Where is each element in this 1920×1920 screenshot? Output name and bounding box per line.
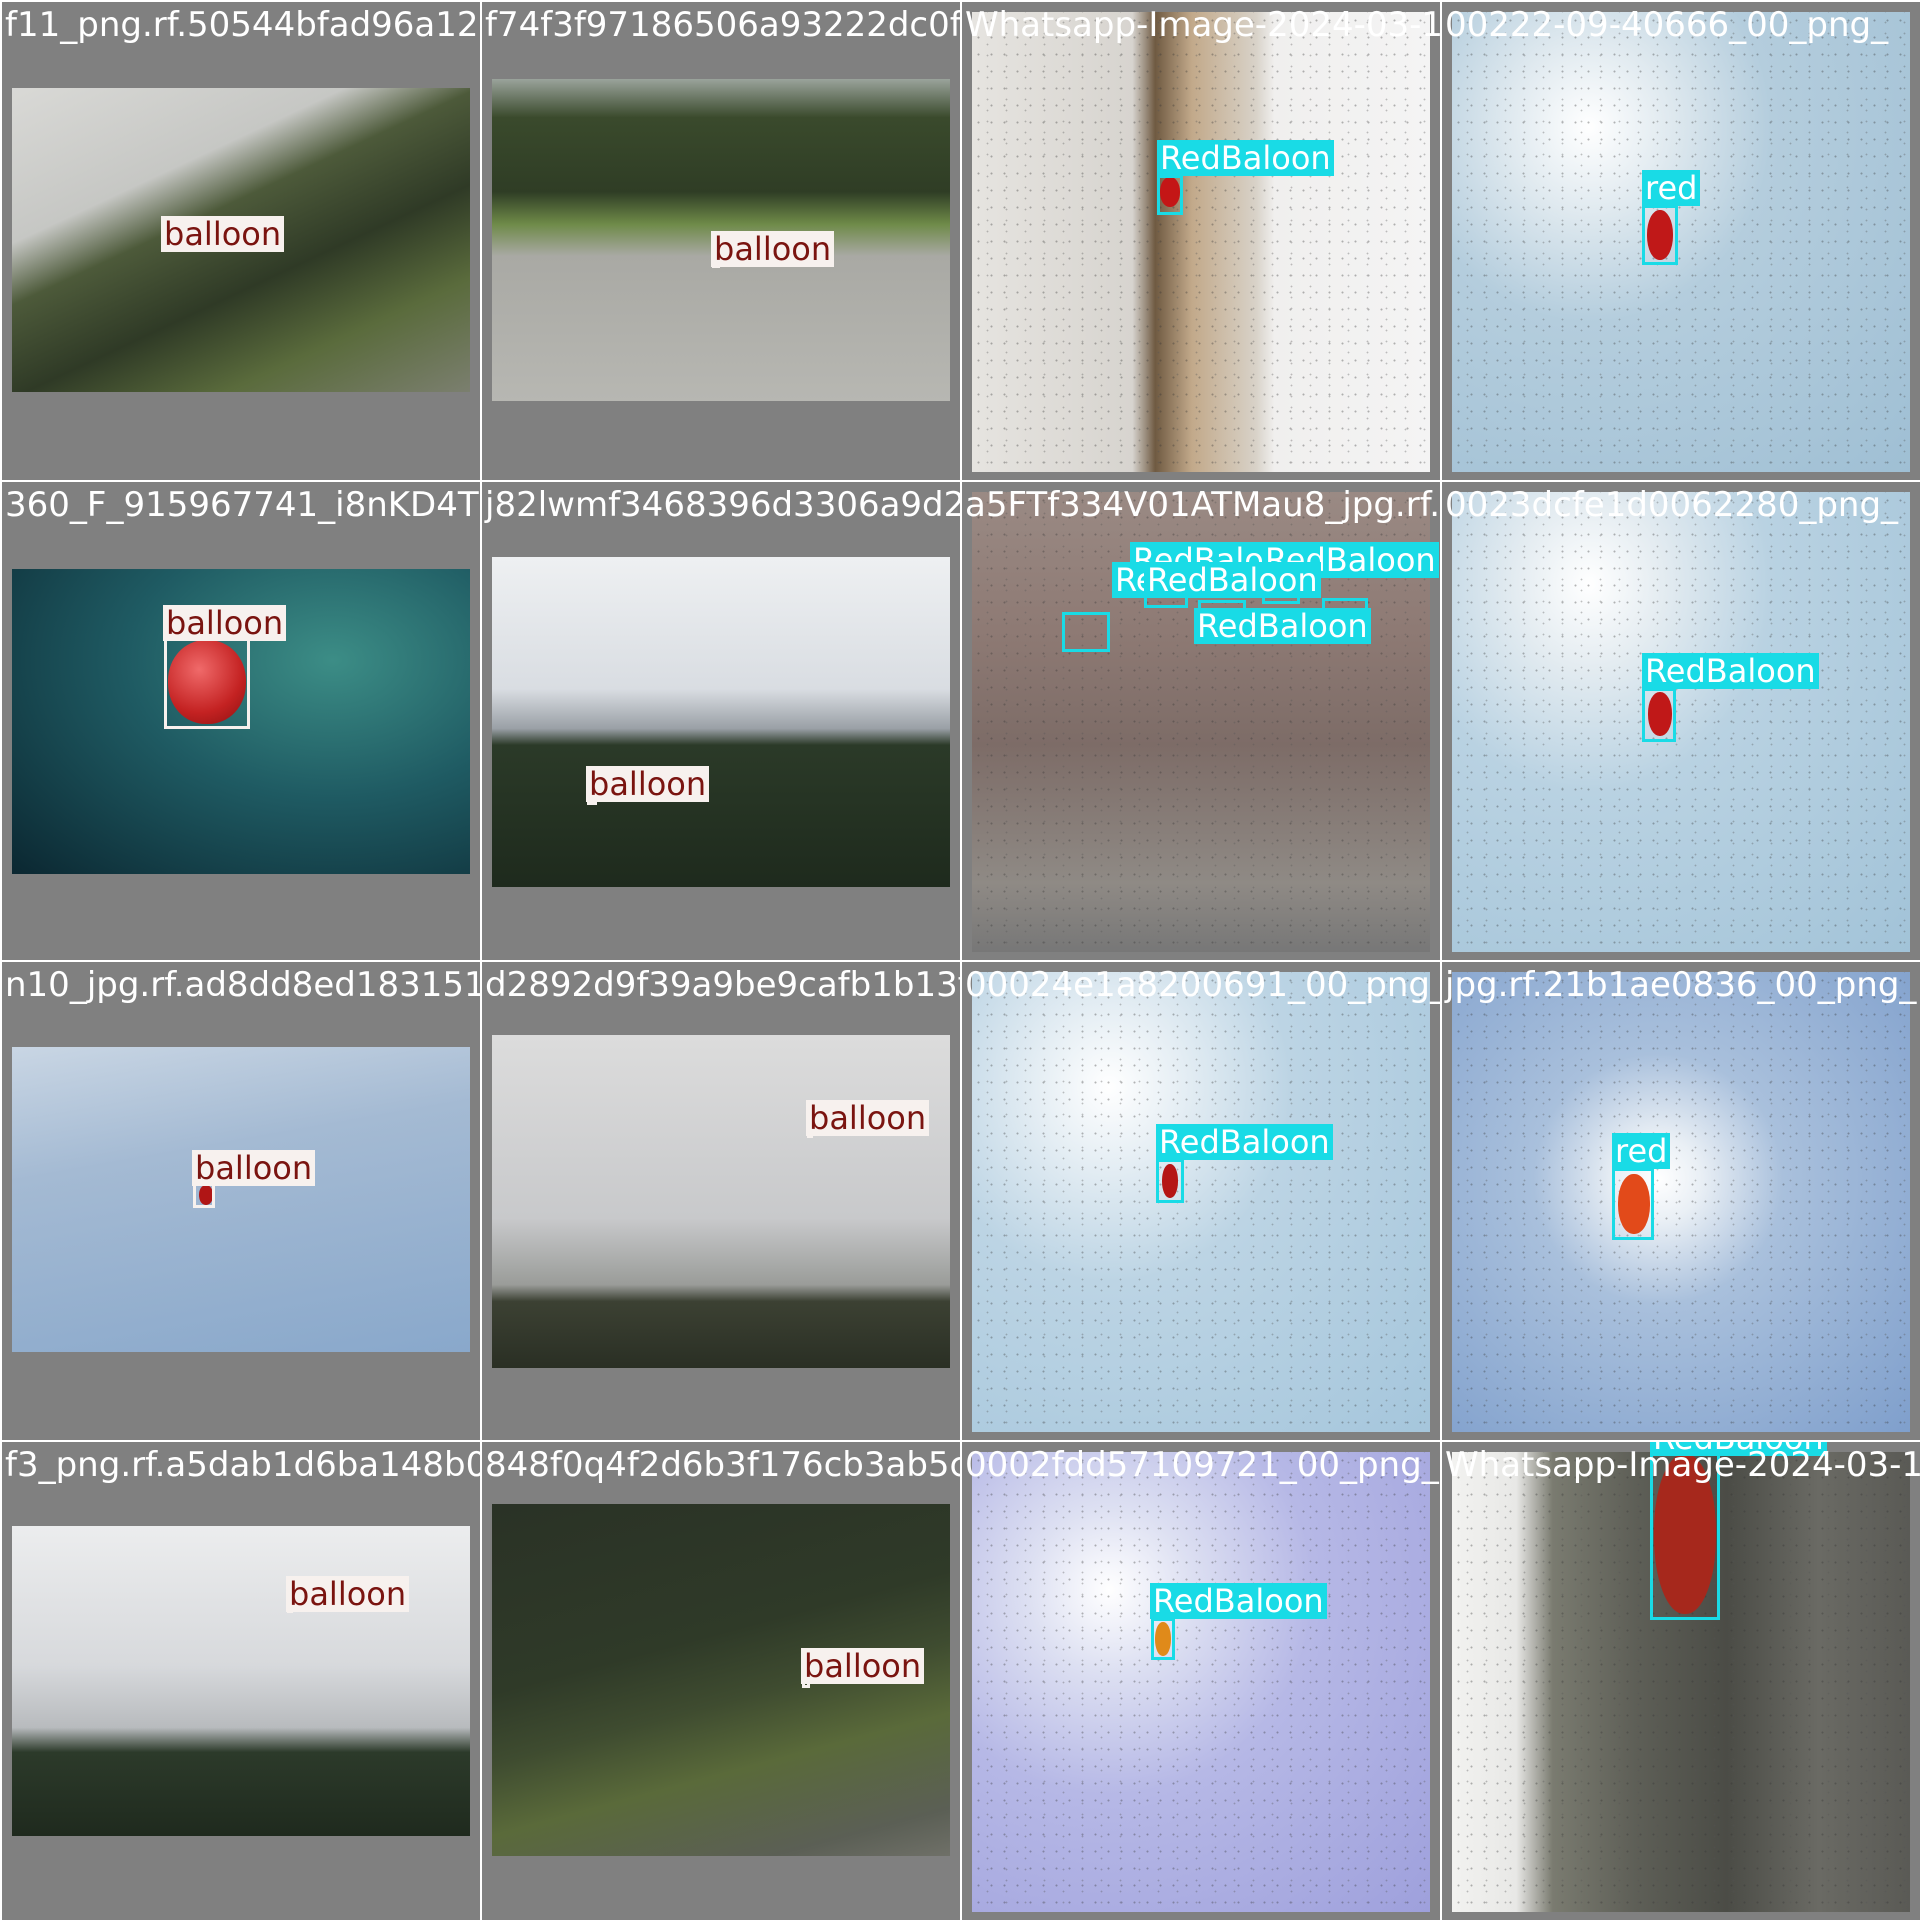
tile-photo bbox=[1452, 972, 1910, 1432]
detection-box bbox=[1612, 1168, 1654, 1240]
tile-photo bbox=[12, 1047, 470, 1352]
image-tile[interactable]: balloon n10_jpg.rf.ad8dd8ed183151d bbox=[0, 960, 480, 1440]
detection-box bbox=[1650, 1452, 1720, 1620]
tile-filename: 848f0q4f2d6b3f176cb3ab5c0e bbox=[485, 1445, 960, 1485]
tile-photo bbox=[972, 1452, 1430, 1912]
tile-filename: n10_jpg.rf.ad8dd8ed183151d bbox=[5, 965, 480, 1005]
tile-photo bbox=[972, 12, 1430, 472]
noise-overlay bbox=[1452, 492, 1910, 952]
detection-label: balloon bbox=[192, 1150, 316, 1186]
tile-filename: f11_png.rf.50544bfad96a120f7 48f3f971865… bbox=[5, 5, 480, 45]
detection-label: RedBaloon bbox=[1150, 1583, 1327, 1619]
tile-photo bbox=[972, 972, 1430, 1432]
noise-overlay bbox=[972, 12, 1430, 472]
tile-photo bbox=[1452, 12, 1910, 472]
image-tile[interactable]: balloon d2892d9f39a9be9cafb1b13f6 bbox=[480, 960, 960, 1440]
tile-photo bbox=[1452, 492, 1910, 952]
image-tile[interactable]: RedBaloon Whatsapp-Image-2024-03-10 bbox=[960, 0, 1440, 480]
image-tile[interactable]: RedBaloon 0023dcfe1d0062280_png_ bbox=[1440, 480, 1920, 960]
image-tile[interactable]: balloon f3_png.rf.a5dab1d6ba148b081 bbox=[0, 1440, 480, 1920]
detection-label: balloon bbox=[286, 1576, 410, 1612]
image-tile[interactable]: RedBaloonWhatsapp-Image-2024-03-1 bbox=[1440, 1440, 1920, 1920]
detection-label: RedBaloon bbox=[1642, 653, 1819, 689]
image-tile[interactable]: red jpg.rf.21b1ae0836_00_png_ bbox=[1440, 960, 1920, 1440]
image-tile[interactable]: balloon 848f0q4f2d6b3f176cb3ab5c0e bbox=[480, 1440, 960, 1920]
image-tile[interactable]: RedBaloon 00024e1a8200691_00_png_ bbox=[960, 960, 1440, 1440]
detection-box bbox=[164, 637, 250, 729]
detection-box bbox=[1642, 688, 1676, 742]
detection-label: balloon bbox=[161, 216, 285, 252]
noise-overlay bbox=[1452, 972, 1910, 1432]
image-tile[interactable]: RedBaloonRedBaloonRedBaloonRedBaloonRedB… bbox=[960, 480, 1440, 960]
detection-box bbox=[1151, 1618, 1175, 1660]
image-tile[interactable]: balloon f74f3f97186506a93222dc0ff97aba6fa… bbox=[480, 0, 960, 480]
noise-overlay bbox=[972, 1452, 1430, 1912]
tile-photo bbox=[492, 1035, 950, 1368]
detection-label: RedBaloon bbox=[1156, 1124, 1333, 1160]
tile-filename: d2892d9f39a9be9cafb1b13f6 bbox=[485, 965, 960, 1005]
detection-label: balloon bbox=[586, 766, 710, 802]
detection-label: red bbox=[1612, 1133, 1671, 1169]
detection-label: RedBaloon bbox=[1144, 562, 1321, 598]
tile-filename: f3_png.rf.a5dab1d6ba148b081 bbox=[5, 1445, 480, 1485]
mosaic-grid: balloon f11_png.rf.50544bfad96a120f7 48f3… bbox=[0, 0, 1920, 1920]
tile-filename: 360_F_915967741_i8nKD4Tq bbox=[5, 485, 480, 525]
detection-label: RedBaloon bbox=[1194, 608, 1371, 644]
tile-photo bbox=[492, 557, 950, 887]
tile-filename: j82lwmf3468396d3306a9d2a8 bbox=[485, 485, 960, 525]
image-tile[interactable]: RedBaloon 0002fdd57109721_00_png_ bbox=[960, 1440, 1440, 1920]
detection-label: balloon bbox=[801, 1648, 925, 1684]
detection-box bbox=[1062, 612, 1110, 652]
tile-filename: f74f3f97186506a93222dc0ff97aba6fa6ab406a… bbox=[485, 5, 960, 45]
detection-box bbox=[1156, 1159, 1184, 1203]
image-tile[interactable]: balloon 360_F_915967741_i8nKD4Tq bbox=[0, 480, 480, 960]
detection-label: RedBaloon bbox=[1157, 140, 1334, 176]
noise-overlay bbox=[1452, 12, 1910, 472]
detection-box bbox=[1157, 175, 1183, 215]
detection-label: balloon bbox=[806, 1100, 930, 1136]
image-tile[interactable]: balloon f11_png.rf.50544bfad96a120f7 48f3… bbox=[0, 0, 480, 480]
detection-box bbox=[1642, 205, 1678, 265]
tile-photo bbox=[12, 1526, 470, 1836]
noise-overlay bbox=[972, 972, 1430, 1432]
detection-label: red bbox=[1642, 170, 1701, 206]
image-tile[interactable]: balloon j82lwmf3468396d3306a9d2a8 bbox=[480, 480, 960, 960]
image-tile[interactable]: red 00222-09-40666_00_png_ bbox=[1440, 0, 1920, 480]
detection-label: balloon bbox=[163, 605, 287, 641]
detection-label: RedBaloon bbox=[1650, 1442, 1827, 1456]
detection-label: balloon bbox=[711, 231, 835, 267]
